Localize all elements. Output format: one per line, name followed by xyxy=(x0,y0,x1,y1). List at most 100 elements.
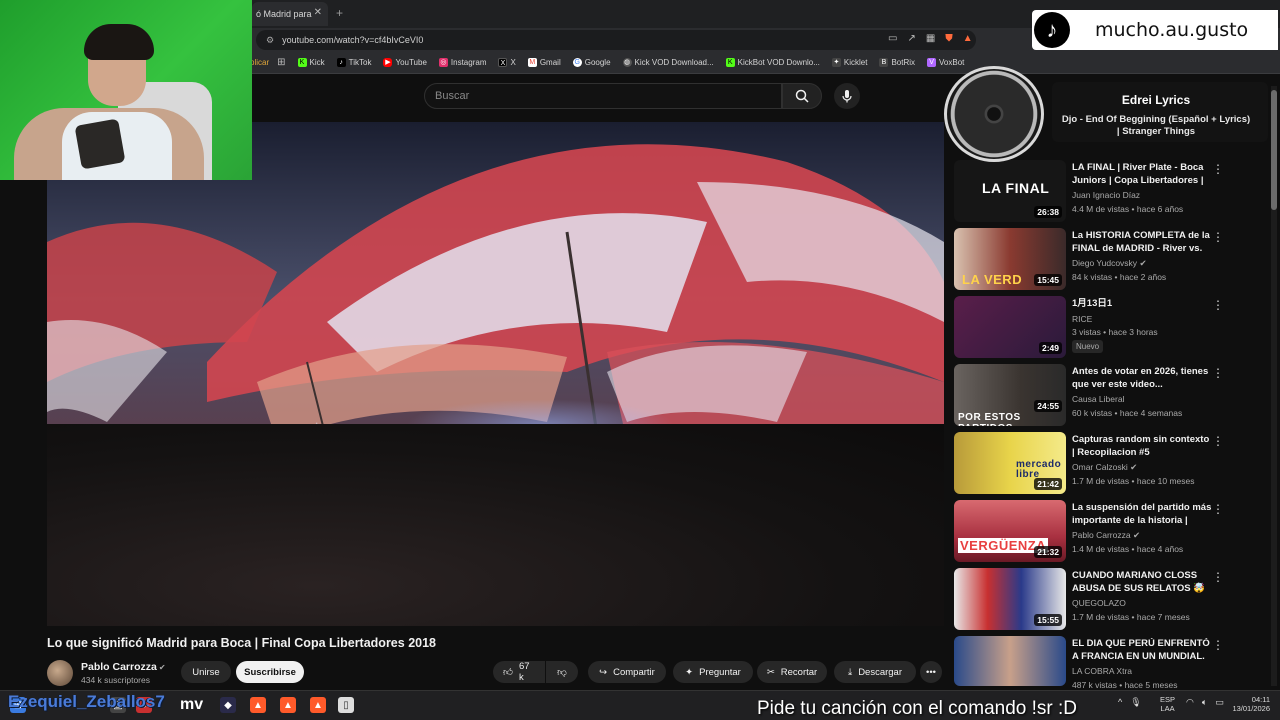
list-item[interactable]: VERGÜENZA 21:32 La suspensión del partid… xyxy=(954,500,1270,564)
ask-button[interactable]: ✦ Preguntar xyxy=(673,661,753,683)
list-item[interactable]: POR ESTOS PARTIDOS 24:55 Antes de votar … xyxy=(954,364,1270,428)
video-thumbnail[interactable]: VERGÜENZA 21:32 xyxy=(954,500,1066,562)
download-button[interactable]: ⤓ Descargar xyxy=(834,661,916,683)
search-input[interactable]: Buscar xyxy=(424,83,782,109)
more-actions-button[interactable]: ••• xyxy=(920,661,942,683)
rec-channel[interactable]: LA COBRA Xtra xyxy=(1072,666,1132,676)
bookmark-botrix[interactable]: B BotRix xyxy=(879,58,915,67)
brave-browser-icon[interactable]: ▲ xyxy=(280,697,296,713)
battery-icon[interactable]: ▭ xyxy=(1215,697,1224,708)
video-thumbnail[interactable]: LA VERD 15:45 xyxy=(954,228,1066,290)
wifi-icon[interactable]: ◠ xyxy=(1186,697,1194,708)
more-icon[interactable]: ⋮ xyxy=(1212,638,1224,652)
bookmark-kicklet[interactable]: ✦ Kicklet xyxy=(831,58,867,67)
rec-title[interactable]: La suspensión del partido más importante… xyxy=(1072,502,1212,527)
system-clock[interactable]: 04:11 13/01/2026 xyxy=(1226,695,1270,713)
rec-channel[interactable]: Juan Ignacio Díaz xyxy=(1072,190,1140,200)
search-icon xyxy=(795,89,809,103)
clip-button[interactable]: ✂ Recortar xyxy=(757,661,827,683)
thumbs-down-icon: 👎︎ xyxy=(557,667,567,678)
list-item[interactable]: EL DIA QUE PERÚ ENFRENTÓ A FRANCIA EN UN… xyxy=(954,636,1270,690)
more-icon[interactable]: ⋮ xyxy=(1212,230,1224,244)
brave-browser-icon[interactable]: ▲ xyxy=(250,697,266,713)
verified-icon: ✔ xyxy=(1132,530,1141,540)
extensions-icon[interactable]: ▦ xyxy=(926,33,935,44)
video-thumbnail[interactable]: POR ESTOS PARTIDOS 24:55 xyxy=(954,364,1066,426)
rec-title[interactable]: Capturas random sin contexto | Recopilac… xyxy=(1072,434,1212,459)
microphone-icon[interactable]: 🎙︎ xyxy=(1130,697,1141,708)
rec-title[interactable]: EL DIA QUE PERÚ ENFRENTÓ A FRANCIA EN UN… xyxy=(1072,638,1212,663)
bookmark-kick-vod[interactable]: ◍ Kick VOD Download... xyxy=(622,58,714,67)
rec-title[interactable]: CUANDO MARIANO CLOSS ABUSA DE SUS RELATO… xyxy=(1072,570,1212,595)
list-item[interactable]: LA FINAL 26:38 LA FINAL | River Plate - … xyxy=(954,160,1270,224)
taskbar-app-icon[interactable]: ◆ xyxy=(220,697,236,713)
bookmark-instagram[interactable]: ◎ Instagram xyxy=(438,58,486,67)
site-settings-icon[interactable]: ⚙ xyxy=(266,35,274,46)
rec-title[interactable]: Antes de votar en 2026, tienes que ver e… xyxy=(1072,366,1212,391)
list-item[interactable]: mercado libre 21:42 Capturas random sin … xyxy=(954,432,1270,496)
more-icon[interactable]: ⋮ xyxy=(1212,502,1224,516)
bookmark-item[interactable]: plicar xyxy=(250,58,269,67)
rec-meta: 84 k vistas • hace 2 años xyxy=(1072,272,1167,282)
new-tab-icon[interactable]: + xyxy=(336,6,343,20)
more-icon[interactable]: ⋮ xyxy=(1212,298,1224,312)
rec-channel[interactable]: Pablo Carrozza ✔ xyxy=(1072,530,1140,541)
webcam-feed xyxy=(0,0,252,180)
rec-title[interactable]: La HISTORIA COMPLETA de la FINAL de MADR… xyxy=(1072,230,1212,255)
browser-tab[interactable]: ó Madrid para ✕ xyxy=(252,2,328,26)
scrollbar-thumb[interactable] xyxy=(1271,90,1277,210)
list-item[interactable]: 2:49 1月13日1 RICE 3 vistas • hace 3 horas… xyxy=(954,296,1270,360)
bookmark-youtube[interactable]: ▶ YouTube xyxy=(383,58,427,67)
video-thumbnail[interactable] xyxy=(954,636,1066,686)
more-icon[interactable]: ⋮ xyxy=(1212,162,1224,176)
channel-name[interactable]: Pablo Carrozza ✔ xyxy=(81,661,166,673)
dislike-button[interactable]: 👎︎ xyxy=(546,661,578,683)
bookmark-kickbot[interactable]: K KickBot VOD Downlo... xyxy=(725,58,820,67)
like-button[interactable]: 👍︎ 67 k xyxy=(493,661,545,683)
join-button[interactable]: Unirse xyxy=(181,661,231,683)
bookmark-voxbot[interactable]: V VoxBot xyxy=(927,58,964,67)
brave-rewards-icon[interactable]: ▲ xyxy=(963,33,973,44)
video-player[interactable] xyxy=(47,122,944,626)
rec-channel[interactable]: Diego Yudcovsky ✔ xyxy=(1072,258,1147,269)
bookmark-gmail[interactable]: M Gmail xyxy=(527,58,561,67)
file-icon[interactable]: ▯ xyxy=(338,697,354,713)
rec-channel[interactable]: Causa Liberal xyxy=(1072,394,1124,404)
video-thumbnail[interactable]: 2:49 xyxy=(954,296,1066,358)
rec-title[interactable]: 1月13日1 xyxy=(1072,298,1212,311)
brave-browser-icon[interactable]: ▲ xyxy=(310,697,326,713)
share-button[interactable]: ↪ Compartir xyxy=(588,661,666,683)
video-thumbnail[interactable]: mercado libre 21:42 xyxy=(954,432,1066,494)
close-icon[interactable]: ✕ xyxy=(314,7,322,18)
chevron-up-icon[interactable]: ^ xyxy=(1118,697,1122,708)
thumbs-up-icon: 👍︎ xyxy=(503,667,513,678)
bookmark-kick[interactable]: K Kick xyxy=(297,58,325,67)
share-icon[interactable]: ↗ xyxy=(907,33,915,44)
video-thumbnail[interactable]: 15:55 xyxy=(954,568,1066,630)
bookmark-google[interactable]: G Google xyxy=(572,58,611,67)
rec-title[interactable]: LA FINAL | River Plate - Boca Juniors | … xyxy=(1072,162,1212,187)
bookmark-x[interactable]: XX xyxy=(498,58,516,67)
apps-grid-icon[interactable]: ⊞ xyxy=(277,57,285,68)
video-thumbnail[interactable]: LA FINAL 26:38 xyxy=(954,160,1066,222)
taskbar-mv-label[interactable]: mv xyxy=(180,696,203,714)
url-box[interactable]: ⚙ youtube.com/watch?v=cf4bIvCeVI0 xyxy=(256,30,976,50)
rec-channel[interactable]: QUEGOLAZO xyxy=(1072,598,1126,608)
more-icon[interactable]: ⋮ xyxy=(1212,366,1224,380)
more-icon[interactable]: ⋮ xyxy=(1212,570,1224,584)
language-indicator[interactable]: ESP LAA xyxy=(1160,695,1175,713)
voice-search-button[interactable] xyxy=(834,83,860,109)
cast-icon[interactable]: ▭ xyxy=(888,33,897,44)
rec-channel[interactable]: RICE xyxy=(1072,314,1092,324)
list-item[interactable]: 15:55 CUANDO MARIANO CLOSS ABUSA DE SUS … xyxy=(954,568,1270,632)
rec-channel[interactable]: Omar Calzoski ✔ xyxy=(1072,462,1137,473)
avatar[interactable] xyxy=(47,660,73,686)
duration-badge: 2:49 xyxy=(1038,342,1062,354)
list-item[interactable]: LA VERD 15:45 La HISTORIA COMPLETA de la… xyxy=(954,228,1270,292)
subscribe-button[interactable]: Suscribirse xyxy=(236,661,304,683)
search-button[interactable] xyxy=(782,83,822,109)
volume-icon[interactable]: 🔈︎ xyxy=(1202,697,1207,708)
brave-shield-icon[interactable]: ⛊ xyxy=(945,33,953,44)
bookmark-tiktok[interactable]: ♪ TikTok xyxy=(336,58,371,67)
more-icon[interactable]: ⋮ xyxy=(1212,434,1224,448)
